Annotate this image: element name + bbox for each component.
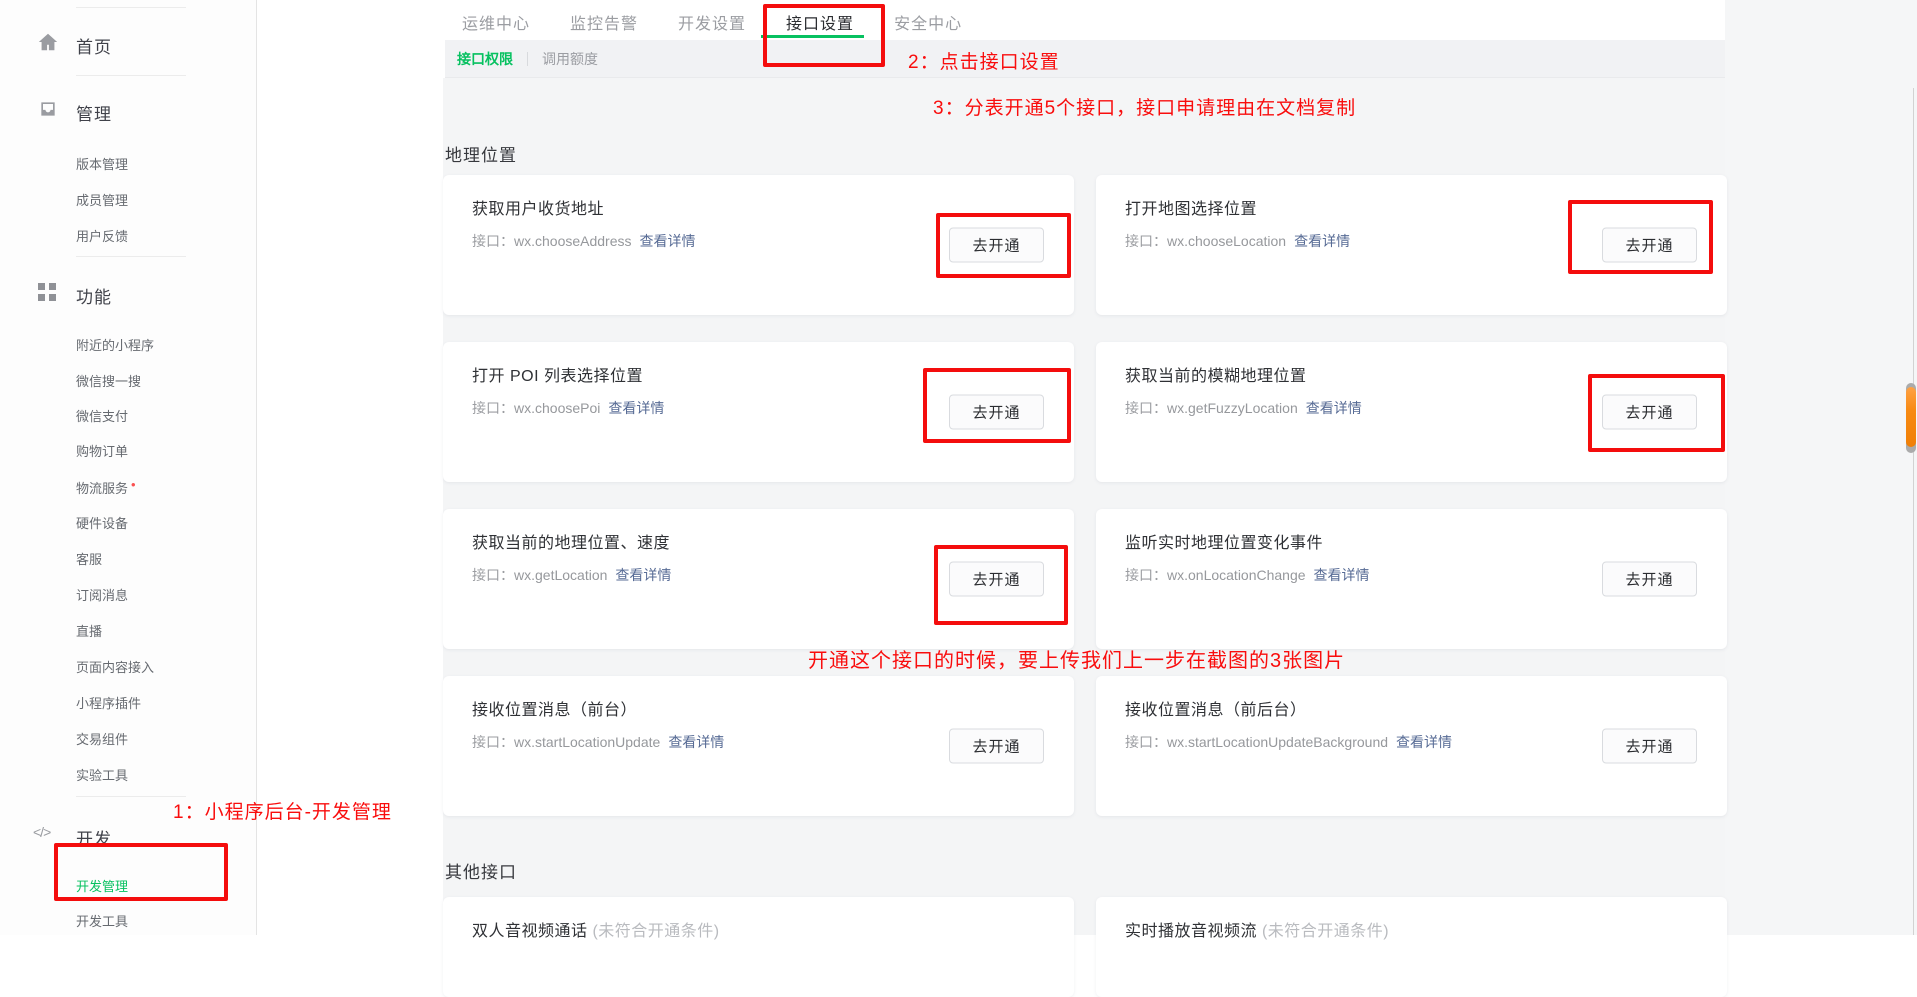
activate-button[interactable]: 去开通 [949,729,1044,764]
subtab-divider [527,52,528,66]
tab-monitoring-alerts[interactable]: 监控告警 [570,10,638,34]
sidebar-item-dev-tools[interactable]: 开发工具 [76,911,128,930]
code-icon: </> [33,824,50,840]
annotation-step2: 2：点击接口设置 [908,47,1060,74]
sidebar-item-nearby-mini-programs[interactable]: 附近的小程序 [76,335,154,354]
sidebar-item-user-feedback[interactable]: 用户反馈 [76,226,128,245]
api-card-title: 获取用户收货地址 [472,195,604,219]
api-card-title: 双人音视频通话 (未符合开通条件) [472,917,720,941]
api-card-title: 实时播放音视频流 (未符合开通条件) [1125,917,1389,941]
tab-api-settings[interactable]: 接口设置 [786,10,854,34]
sidebar-item-shopping-orders[interactable]: 购物订单 [76,441,128,460]
inbox-icon [38,99,58,124]
sidebar-item-wechat-pay[interactable]: 微信支付 [76,406,128,425]
section-title-geolocation: 地理位置 [445,141,517,166]
page-tabs: 运维中心 监控告警 开发设置 接口设置 安全中心 [462,10,962,34]
api-card-meta: 接口：wx.onLocationChange查看详情 [1125,565,1370,585]
annotation-step1: 1：小程序后台-开发管理 [173,797,392,824]
annotation-upload-note: 开通这个接口的时候，要上传我们上一步在截图的3张图片 [808,644,1345,673]
view-details-link[interactable]: 查看详情 [608,400,664,416]
activate-button[interactable]: 去开通 [1602,395,1697,430]
api-card: 双人音视频通话 (未符合开通条件) [443,897,1074,997]
sidebar-item-features[interactable]: 功能 [76,283,112,308]
view-details-link[interactable]: 查看详情 [1294,233,1350,249]
api-card: 实时播放音视频流 (未符合开通条件) [1096,897,1727,997]
active-tab-underline [761,35,864,38]
sidebar-divider [256,0,257,935]
tab-dev-settings[interactable]: 开发设置 [678,10,746,34]
activate-button[interactable]: 去开通 [1602,228,1697,263]
scrollbar-track[interactable] [1913,88,1914,935]
subtab-bar: 接口权限 调用额度 [445,40,1725,78]
api-card-meta: 接口：wx.chooseAddress查看详情 [472,231,696,251]
sidebar-item-hardware-devices[interactable]: 硬件设备 [76,513,128,532]
api-card-title: 接收位置消息（前台） [472,696,637,720]
sidebar-item-dev[interactable]: 开发 [76,825,112,850]
section-title-other-apis: 其他接口 [445,858,517,883]
api-card-title: 接收位置消息（前后台） [1125,696,1307,720]
card-grid-other: 双人音视频通话 (未符合开通条件) 实时播放音视频流 (未符合开通条件) [443,897,1727,997]
api-card-title: 打开 POI 列表选择位置 [472,362,643,386]
api-card-title: 打开地图选择位置 [1125,195,1257,219]
view-details-link[interactable]: 查看详情 [1306,400,1362,416]
sidebar-item-dev-management[interactable]: 开发管理 [76,876,128,895]
api-card-meta: 接口：wx.getLocation查看详情 [472,565,671,585]
sidebar-rule [76,75,186,76]
view-details-link[interactable]: 查看详情 [1314,567,1370,583]
sidebar-item-trading-components[interactable]: 交易组件 [76,729,128,748]
activate-button[interactable]: 去开通 [949,395,1044,430]
view-details-link[interactable]: 查看详情 [615,567,671,583]
api-card-meta: 接口：wx.startLocationUpdate查看详情 [472,732,724,752]
view-details-link[interactable]: 查看详情 [640,233,696,249]
sidebar-item-mini-program-plugins[interactable]: 小程序插件 [76,693,141,712]
sidebar-item-version-management[interactable]: 版本管理 [76,154,128,173]
scrollbar-thumb[interactable] [1906,387,1916,447]
grid-icon [38,283,56,306]
card-grid-geolocation: 获取用户收货地址 接口：wx.chooseAddress查看详情 去开通 打开地… [443,175,1727,816]
activate-button[interactable]: 去开通 [949,228,1044,263]
sidebar-item-manage[interactable]: 管理 [76,100,112,125]
sidebar-item-customer-service[interactable]: 客服 [76,549,102,568]
activate-button[interactable]: 去开通 [1602,562,1697,597]
api-card-title: 获取当前的模糊地理位置 [1125,362,1307,386]
api-card-title: 监听实时地理位置变化事件 [1125,529,1323,553]
page-background-right [1725,0,1917,935]
view-details-link[interactable]: 查看详情 [1396,734,1452,750]
sidebar-rule [76,256,186,257]
activate-button[interactable]: 去开通 [1602,729,1697,764]
sidebar-item-live-streaming[interactable]: 直播 [76,621,102,640]
sidebar-rule [76,7,186,8]
sidebar-item-wechat-search[interactable]: 微信搜一搜 [76,371,141,390]
view-details-link[interactable]: 查看详情 [668,734,724,750]
api-card-meta: 接口：wx.choosePoi查看详情 [472,398,664,418]
tab-operations-center[interactable]: 运维中心 [462,10,530,34]
activate-button[interactable]: 去开通 [949,562,1044,597]
subtab-call-quota[interactable]: 调用额度 [542,49,598,69]
api-card-wx.getFuzzyLocation: 获取当前的模糊地理位置 接口：wx.getFuzzyLocation查看详情 去… [1096,342,1727,482]
api-card-wx.getLocation: 获取当前的地理位置、速度 接口：wx.getLocation查看详情 去开通 [443,509,1074,649]
new-badge-dot: • [131,477,136,492]
sidebar-item-member-management[interactable]: 成员管理 [76,190,128,209]
sidebar: 首页 管理 版本管理 成员管理 用户反馈 功能 附近的小程序 微信搜一搜 微信支… [0,0,256,935]
sidebar-item-home[interactable]: 首页 [76,33,112,58]
api-card-wx.startLocationUpdate: 接收位置消息（前台） 接口：wx.startLocationUpdate查看详情… [443,676,1074,816]
api-card-wx.chooseAddress: 获取用户收货地址 接口：wx.chooseAddress查看详情 去开通 [443,175,1074,315]
home-icon [37,31,59,58]
api-card-meta: 接口：wx.getFuzzyLocation查看详情 [1125,398,1362,418]
tab-security-center[interactable]: 安全中心 [894,10,962,34]
api-card-wx.chooseLocation: 打开地图选择位置 接口：wx.chooseLocation查看详情 去开通 [1096,175,1727,315]
annotation-step3: 3：分表开通5个接口，接口申请理由在文档复制 [933,93,1356,120]
api-card-meta: 接口：wx.chooseLocation查看详情 [1125,231,1350,251]
subtab-api-permission[interactable]: 接口权限 [457,49,513,69]
sidebar-item-experimental-tools[interactable]: 实验工具 [76,765,128,784]
api-card-wx.onLocationChange: 监听实时地理位置变化事件 接口：wx.onLocationChange查看详情 … [1096,509,1727,649]
api-card-title: 获取当前的地理位置、速度 [472,529,670,553]
sidebar-rule [76,796,186,797]
api-card-wx.startLocationUpdateBackground: 接收位置消息（前后台） 接口：wx.startLocationUpdateBac… [1096,676,1727,816]
api-card-wx.choosePoi: 打开 POI 列表选择位置 接口：wx.choosePoi查看详情 去开通 [443,342,1074,482]
sidebar-item-page-content-access[interactable]: 页面内容接入 [76,657,154,676]
api-card-meta: 接口：wx.startLocationUpdateBackground查看详情 [1125,732,1452,752]
sidebar-item-subscribe-messages[interactable]: 订阅消息 [76,585,128,604]
sidebar-item-logistics-service[interactable]: 物流服务• [76,477,136,497]
